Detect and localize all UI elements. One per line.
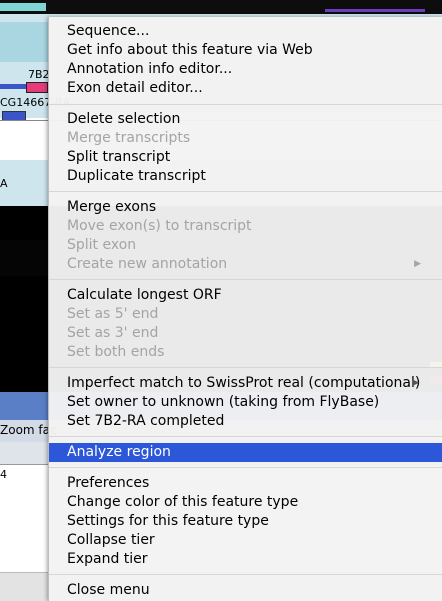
menu-item-expand-tier[interactable]: Expand tier [49, 550, 442, 569]
menu-item-label: Preferences [67, 475, 150, 491]
feature-bar [0, 22, 48, 62]
table-cell: 4 [0, 468, 7, 481]
menu-item-set-both-ends[interactable]: Set both ends [49, 343, 442, 362]
menu-separator [49, 367, 442, 368]
menu-item-label: Get info about this feature via Web [67, 42, 313, 58]
menu-item-label: Settings for this feature type [67, 513, 269, 529]
menu-item-label: Change color of this feature type [67, 494, 299, 510]
feature-bar [0, 240, 48, 276]
menu-item-label: Create new annotation [67, 256, 228, 272]
menu-item-close-menu[interactable]: Close menu [49, 581, 442, 600]
menu-item-label: Set 7B2-RA completed [67, 413, 225, 429]
menu-item-label: Close menu [67, 582, 150, 598]
menu-item-label: Exon detail editor... [67, 80, 203, 96]
menu-item-split-transcript[interactable]: Split transcript [49, 148, 442, 167]
tier-label: A [0, 177, 8, 190]
menu-item-label: Set as 5' end [67, 306, 159, 322]
menu-separator [49, 104, 442, 105]
menu-item-set-owner[interactable]: Set owner to unknown (taking from FlyBas… [49, 393, 442, 412]
menu-item-label: Set as 3' end [67, 325, 159, 341]
menu-item-label: Duplicate transcript [67, 168, 206, 184]
tier-label: 7B2 [28, 68, 50, 81]
menu-separator [49, 436, 442, 437]
menu-item-collapse-tier[interactable]: Collapse tier [49, 531, 442, 550]
menu-item-delete-selection[interactable]: Delete selection [49, 110, 442, 129]
menu-item-change-color[interactable]: Change color of this feature type [49, 493, 442, 512]
menu-item-label: Calculate longest ORF [67, 287, 222, 303]
menu-item-duplicate-transcript[interactable]: Duplicate transcript [49, 167, 442, 186]
menu-item-get-info-web[interactable]: Get info about this feature via Web [49, 41, 442, 60]
menu-item-label: Analyze region [67, 444, 171, 460]
selected-feature[interactable] [26, 82, 48, 93]
menu-item-label: Collapse tier [67, 532, 155, 548]
menu-item-analyze-region[interactable]: Analyze region [49, 443, 442, 462]
menu-item-label: Annotation info editor... [67, 61, 233, 77]
menu-item-set-5-end[interactable]: Set as 5' end [49, 305, 442, 324]
menu-item-create-new-annotation[interactable]: Create new annotation ▶ [49, 255, 442, 274]
menu-item-calculate-longest-orf[interactable]: Calculate longest ORF [49, 286, 442, 305]
menu-item-imperfect-match[interactable]: Imperfect match to SwissProt real (compu… [49, 374, 442, 393]
menu-separator [49, 191, 442, 192]
menu-separator [49, 574, 442, 575]
menu-item-label: Sequence... [67, 23, 150, 39]
menu-item-label: Imperfect match to SwissProt real (compu… [67, 375, 421, 391]
menu-item-move-exons[interactable]: Move exon(s) to transcript [49, 217, 442, 236]
menu-item-split-exon[interactable]: Split exon [49, 236, 442, 255]
menu-item-label: Delete selection [67, 111, 181, 127]
menu-separator [49, 279, 442, 280]
menu-item-merge-exons[interactable]: Merge exons [49, 198, 442, 217]
menu-item-sequence[interactable]: Sequence... [49, 22, 442, 41]
feature-bar [325, 9, 425, 12]
menu-item-label: Merge exons [67, 199, 157, 215]
menu-item-label: Merge transcripts [67, 130, 191, 146]
menu-item-merge-transcripts[interactable]: Merge transcripts [49, 129, 442, 148]
menu-item-label: Split exon [67, 237, 137, 253]
submenu-arrow-icon: ▶ [412, 378, 419, 388]
menu-item-label: Set both ends [67, 344, 165, 360]
menu-item-set-completed[interactable]: Set 7B2-RA completed [49, 412, 442, 431]
menu-item-preferences[interactable]: Preferences [49, 474, 442, 493]
menu-item-annotation-info-editor[interactable]: Annotation info editor... [49, 60, 442, 79]
context-menu: Sequence... Get info about this feature … [48, 17, 442, 601]
menu-separator [49, 467, 442, 468]
menu-item-exon-detail-editor[interactable]: Exon detail editor... [49, 79, 442, 98]
feature-bar [0, 84, 26, 89]
feature-bar [0, 3, 46, 11]
menu-item-label: Move exon(s) to transcript [67, 218, 252, 234]
menu-item-label: Set owner to unknown (taking from FlyBas… [67, 394, 380, 410]
submenu-arrow-icon: ▶ [414, 259, 421, 269]
menu-item-label: Expand tier [67, 551, 148, 567]
menu-item-label: Split transcript [67, 149, 171, 165]
menu-item-set-3-end[interactable]: Set as 3' end [49, 324, 442, 343]
menu-item-settings-feature-type[interactable]: Settings for this feature type [49, 512, 442, 531]
